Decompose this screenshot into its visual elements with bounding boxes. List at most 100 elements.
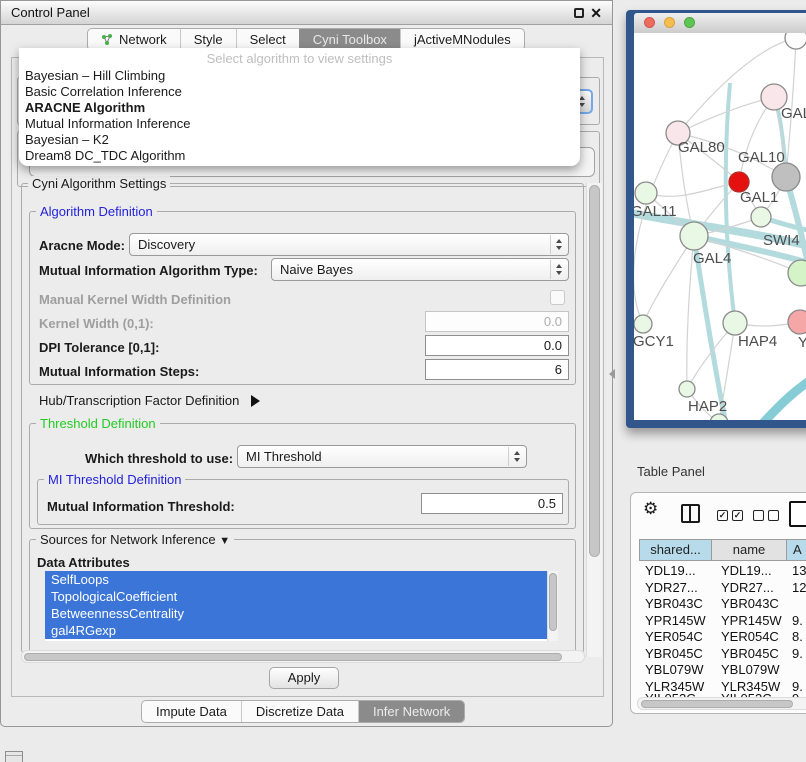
tab-cyni-toolbox[interactable]: Cyni Toolbox xyxy=(299,29,400,50)
mi-steps-field[interactable]: 6 xyxy=(425,359,569,380)
minimized-window-icon[interactable] xyxy=(5,751,23,762)
tab-network[interactable]: Network xyxy=(88,29,180,50)
network-view-window[interactable]: GAL80 GAL10 GAL11 GAL1 SWI4 GAL4 GCY1 HA… xyxy=(626,10,806,428)
tab-select-label: Select xyxy=(250,29,286,50)
network-canvas[interactable]: GAL80 GAL10 GAL11 GAL1 SWI4 GAL4 GCY1 HA… xyxy=(634,33,806,420)
node-label-gal80: GAL80 xyxy=(678,139,725,156)
zoom-traffic-light-icon[interactable] xyxy=(684,17,695,28)
cell-shared-name: YDL19... xyxy=(645,563,696,579)
dropdown-item-aracne[interactable]: ARACNE Algorithm xyxy=(23,100,145,116)
node-gal10[interactable] xyxy=(772,163,800,191)
control-panel-titlebar: Control Panel ✕ xyxy=(1,1,612,25)
manual-kernel-checkbox[interactable] xyxy=(550,290,565,305)
dropdown-item-bayesian-k2[interactable]: Bayesian – K2 xyxy=(23,132,109,148)
dropdown-item-dream8[interactable]: Dream8 DC_TDC Algorithm xyxy=(23,148,185,164)
node-label-gcy1: GCY1 xyxy=(634,333,674,350)
checked-checkbox-icon[interactable]: ✓ xyxy=(717,510,728,521)
node-gal4[interactable] xyxy=(680,222,708,250)
cell-shared-name: YER054C xyxy=(645,629,703,645)
dropdown-placeholder[interactable]: Select algorithm to view settings xyxy=(19,50,580,67)
threshold-definition-title: Threshold Definition xyxy=(36,416,160,431)
kernel-width-field[interactable]: 0.0 xyxy=(425,311,569,332)
close-traffic-light-icon[interactable] xyxy=(644,17,655,28)
mi-type-label: Mutual Information Algorithm Type: xyxy=(39,263,258,278)
float-window-icon[interactable] xyxy=(574,8,584,18)
node-label-gal4: GAL4 xyxy=(693,250,731,267)
node-salmon[interactable] xyxy=(788,310,806,334)
tab-style-label: Style xyxy=(194,29,223,50)
node-hap2[interactable] xyxy=(679,381,695,397)
expand-arrow-icon xyxy=(251,395,260,407)
aracne-mode-combo[interactable]: Discovery xyxy=(129,233,569,256)
node-hap4[interactable] xyxy=(723,311,747,335)
node[interactable] xyxy=(785,33,806,49)
apply-button[interactable]: Apply xyxy=(269,667,339,689)
cell-name: YDR27... xyxy=(721,580,774,596)
edge xyxy=(643,236,694,324)
cell-name: YBL079W xyxy=(721,662,780,678)
node-label-swi4: SWI4 xyxy=(763,232,800,249)
cell-name: YBR043C xyxy=(721,596,779,612)
tab-network-label: Network xyxy=(119,29,167,50)
list-vertical-scrollbar[interactable] xyxy=(547,571,558,641)
table-horizontal-scrollbar[interactable] xyxy=(637,697,806,710)
network-window-titlebar[interactable] xyxy=(634,13,806,33)
tab-jactivemnodules-label: jActiveMNodules xyxy=(414,29,511,50)
node-gal1[interactable] xyxy=(751,207,771,227)
checked-checkbox-icon[interactable]: ✓ xyxy=(732,510,743,521)
combo-stepper-icon xyxy=(550,260,567,279)
column-header-clipped[interactable]: A xyxy=(787,539,806,561)
tab-style[interactable]: Style xyxy=(180,29,236,50)
list-item-selfloops[interactable]: SelfLoops xyxy=(45,571,547,588)
node-swi4[interactable] xyxy=(788,260,806,286)
bottom-tabbar: Impute Data Discretize Data Infer Networ… xyxy=(141,700,465,723)
settings-vertical-scrollbar[interactable] xyxy=(586,183,602,657)
which-threshold-combo[interactable]: MI Threshold xyxy=(237,445,527,468)
mi-type-combo[interactable]: Naive Bayes xyxy=(271,258,569,281)
unchecked-checkbox-icon[interactable] xyxy=(768,510,779,521)
node-label-gal1: GAL1 xyxy=(740,189,778,206)
node-label-gal10: GAL10 xyxy=(738,149,785,166)
panel-splitter-collapse-icon[interactable] xyxy=(609,369,615,379)
minimize-traffic-light-icon[interactable] xyxy=(664,17,675,28)
edge xyxy=(726,83,735,323)
gear-icon[interactable]: ⚙ xyxy=(643,499,658,519)
close-icon[interactable]: ✕ xyxy=(590,4,602,22)
column-header-name[interactable]: name xyxy=(712,539,787,561)
dpi-tolerance-label: DPI Tolerance [0,1]: xyxy=(39,340,159,355)
node-gal11[interactable] xyxy=(635,182,657,204)
column-layout-icon[interactable] xyxy=(681,504,700,523)
tab-impute-data[interactable]: Impute Data xyxy=(142,701,241,722)
list-item-gal4rgexp[interactable]: gal4RGexp xyxy=(45,622,547,639)
cell-shared-name: YBL079W xyxy=(645,662,704,678)
aracne-mode-label: Aracne Mode: xyxy=(39,238,125,253)
dpi-tolerance-field[interactable]: 0.0 xyxy=(425,335,569,356)
list-item-topologicalcoefficient[interactable]: TopologicalCoefficient xyxy=(45,588,547,605)
settings-horizontal-scrollbar[interactable] xyxy=(21,650,585,663)
dropdown-item-mutual-information[interactable]: Mutual Information Inference xyxy=(23,116,190,132)
edge xyxy=(634,133,678,324)
tab-select[interactable]: Select xyxy=(236,29,299,50)
cell-value: 9. xyxy=(792,613,803,629)
document-icon[interactable] xyxy=(789,501,806,527)
tab-jactivemnodules[interactable]: jActiveMNodules xyxy=(400,29,524,50)
node-label-gal-cut: GAL xyxy=(781,105,806,122)
data-attributes-label: Data Attributes xyxy=(37,555,130,570)
sources-title-wrap[interactable]: Sources for Network Inference ▼ xyxy=(36,532,234,549)
mi-threshold-field[interactable]: 0.5 xyxy=(421,493,563,514)
list-item-betweennesscentrality[interactable]: BetweennessCentrality xyxy=(45,605,547,622)
dropdown-item-bayesian-hill[interactable]: Bayesian – Hill Climbing xyxy=(23,68,165,84)
mi-steps-label: Mutual Information Steps: xyxy=(39,364,199,379)
mi-type-value: Naive Bayes xyxy=(280,262,353,277)
node-label-hap2: HAP2 xyxy=(688,398,727,415)
tab-infer-network[interactable]: Infer Network xyxy=(358,701,464,722)
tab-discretize-data[interactable]: Discretize Data xyxy=(241,701,358,722)
node-gcy1[interactable] xyxy=(634,315,652,333)
column-header-shared-name[interactable]: shared... xyxy=(639,539,712,561)
mi-threshold-label: Mutual Information Threshold: xyxy=(47,499,235,514)
unchecked-checkbox-icon[interactable] xyxy=(753,510,764,521)
cell-name: YBR045C xyxy=(721,646,779,662)
hub-definition-section[interactable]: Hub/Transcription Factor Definition xyxy=(39,393,260,408)
network-graph: GAL80 GAL10 GAL11 GAL1 SWI4 GAL4 GCY1 HA… xyxy=(634,33,806,420)
dropdown-item-basic-correlation[interactable]: Basic Correlation Inference xyxy=(23,84,182,100)
